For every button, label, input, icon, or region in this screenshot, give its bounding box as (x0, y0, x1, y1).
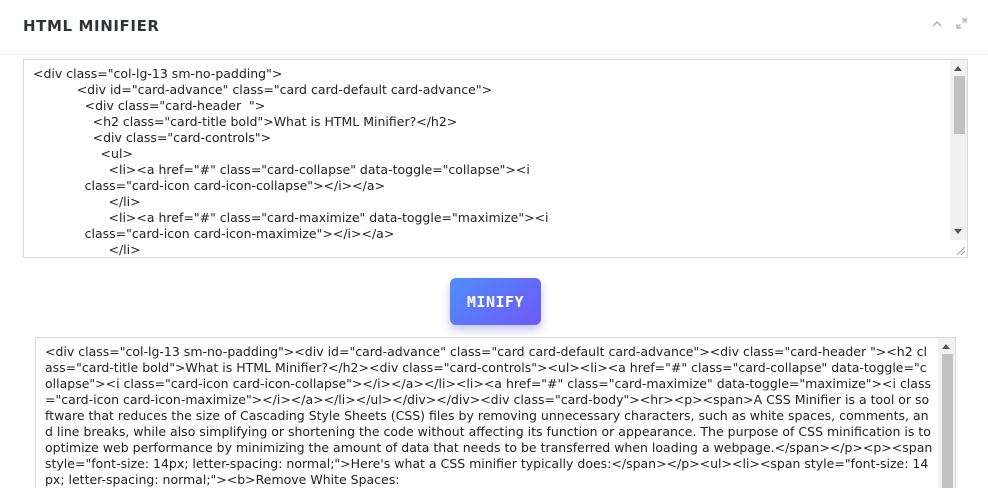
minified-output-textarea[interactable]: <div class="col-lg-13 sm-no-padding"><di… (35, 337, 956, 488)
output-scrollbar[interactable] (938, 338, 955, 488)
input-scrollbar[interactable] (950, 60, 967, 240)
scroll-down-arrow-icon[interactable] (954, 229, 962, 234)
minified-output-text[interactable]: <div class="col-lg-13 sm-no-padding"><di… (45, 344, 933, 488)
maximize-icon (955, 17, 967, 29)
collapse-button[interactable] (928, 14, 946, 32)
card-title: HTML MINIFIER (23, 17, 160, 35)
card-header: HTML MINIFIER (0, 0, 988, 55)
resize-handle-icon[interactable] (954, 244, 966, 256)
maximize-button[interactable] (952, 14, 970, 32)
output-scroll-thumb[interactable] (942, 354, 953, 488)
minify-button[interactable]: MINIFY (450, 278, 541, 325)
scroll-up-arrow-icon[interactable] (942, 344, 950, 349)
html-minifier-card: HTML MINIFIER <div class="col-lg-13 sm-n… (0, 0, 988, 488)
input-scroll-thumb[interactable] (954, 76, 965, 134)
chevron-up-icon (932, 20, 942, 27)
html-input-textarea[interactable]: <div class="col-lg-13 sm-no-padding"> <d… (23, 59, 968, 258)
html-input-text[interactable]: <div class="col-lg-13 sm-no-padding"> <d… (33, 66, 943, 257)
scroll-up-arrow-icon[interactable] (954, 66, 962, 71)
